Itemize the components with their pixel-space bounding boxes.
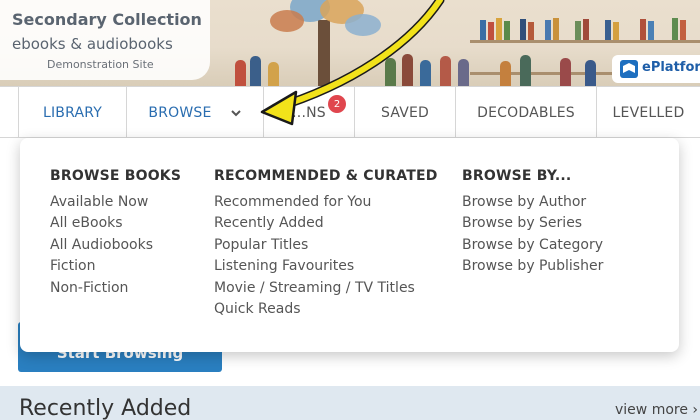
column-heading: BROWSE BY... (462, 168, 572, 184)
menu-link-fiction[interactable]: Fiction (50, 256, 181, 277)
menu-link-browse-by-publisher[interactable]: Browse by Publisher (462, 256, 603, 277)
nav-item-saved[interactable]: SAVED (354, 87, 455, 138)
book-spine (545, 20, 551, 40)
nav-label: SAVED (380, 104, 430, 121)
person-figure (268, 62, 279, 86)
book-spine (520, 19, 526, 40)
person-figure (402, 54, 413, 86)
platform-name: ePlatform (642, 60, 700, 75)
book-spine (583, 19, 589, 40)
book-spine (496, 18, 502, 40)
column-heading: RECOMMENDED & CURATED (214, 168, 438, 184)
nav-label: DECODABLES (477, 104, 575, 121)
person-figure (500, 61, 511, 86)
person-figure (385, 58, 396, 86)
nav-item-library[interactable]: LIBRARY (18, 87, 126, 138)
book-spine (480, 20, 486, 40)
menu-link-recommended-for-you[interactable]: Recommended for You (214, 192, 438, 213)
menu-link-movie-streaming-tv[interactable]: Movie / Streaming / TV Titles (214, 278, 438, 299)
person-figure (458, 59, 469, 86)
nav-item-browse[interactable]: BROWSE (126, 87, 263, 138)
nav-label: ...NS (292, 104, 326, 121)
book-spine (680, 20, 686, 40)
menu-link-listening-favourites[interactable]: Listening Favourites (214, 256, 438, 277)
person-figure (235, 60, 246, 86)
nav-item-decodables[interactable]: DECODABLES (455, 87, 596, 138)
site-subtitle: ebooks & audiobooks (12, 35, 173, 53)
menu-link-available-now[interactable]: Available Now (50, 192, 181, 213)
bookshelf (470, 40, 700, 43)
main-navigation: LIBRARY BROWSE ...NS 2 SAVED DECODABLES … (0, 86, 700, 138)
demo-label: Demonstration Site (47, 58, 154, 71)
menu-link-all-audiobooks[interactable]: All Audiobooks (50, 235, 181, 256)
menu-link-all-ebooks[interactable]: All eBooks (50, 213, 181, 234)
chevron-down-icon[interactable] (230, 107, 242, 119)
person-figure (585, 60, 596, 86)
menu-column-browse-by: BROWSE BY... Browse by Author Browse by … (462, 168, 603, 278)
book-spine (488, 22, 494, 40)
book-spine (613, 22, 619, 40)
menu-link-browse-by-category[interactable]: Browse by Category (462, 235, 603, 256)
nav-label: LEVELLED (612, 104, 685, 121)
menu-link-recently-added[interactable]: Recently Added (214, 213, 438, 234)
menu-link-quick-reads[interactable]: Quick Reads (214, 299, 438, 320)
book-spine (553, 18, 559, 40)
notification-badge: 2 (328, 95, 346, 113)
person-figure (440, 56, 451, 86)
book-spine (648, 21, 654, 40)
person-figure (520, 55, 531, 86)
header-banner: Secondary Collection ebooks & audiobooks… (0, 0, 700, 86)
tree-leaves (345, 14, 381, 36)
view-more-link[interactable]: view more › (615, 402, 698, 418)
person-figure (420, 60, 431, 86)
person-figure (250, 56, 261, 86)
book-spine (528, 22, 534, 40)
book-spine (575, 21, 581, 40)
menu-link-non-fiction[interactable]: Non-Fiction (50, 278, 181, 299)
eplatform-logo-icon (620, 60, 638, 78)
brand-panel: Secondary Collection ebooks & audiobooks… (0, 0, 210, 80)
book-spine (504, 21, 510, 40)
tree-leaves (270, 10, 304, 32)
menu-link-popular-titles[interactable]: Popular Titles (214, 235, 438, 256)
person-figure (560, 58, 571, 86)
nav-item-levelled[interactable]: LEVELLED (596, 87, 700, 138)
book-spine (640, 19, 646, 40)
section-title: Recently Added (19, 396, 192, 420)
column-heading: BROWSE BOOKS (50, 168, 182, 184)
tree-trunk (318, 20, 330, 86)
platform-badge[interactable]: ePlatform (612, 55, 700, 83)
site-title: Secondary Collection (12, 10, 202, 29)
menu-column-recommended: RECOMMENDED & CURATED Recommended for Yo… (214, 168, 438, 320)
book-spine (672, 18, 678, 40)
menu-link-browse-by-series[interactable]: Browse by Series (462, 213, 603, 234)
book-spine (605, 20, 611, 40)
browse-dropdown-menu: BROWSE BOOKS Available Now All eBooks Al… (20, 138, 679, 352)
nav-item-collections[interactable]: ...NS (263, 87, 354, 138)
nav-label: LIBRARY (42, 104, 103, 121)
nav-label: BROWSE (148, 104, 212, 121)
menu-link-browse-by-author[interactable]: Browse by Author (462, 192, 603, 213)
menu-column-browse-books: BROWSE BOOKS Available Now All eBooks Al… (50, 168, 181, 299)
